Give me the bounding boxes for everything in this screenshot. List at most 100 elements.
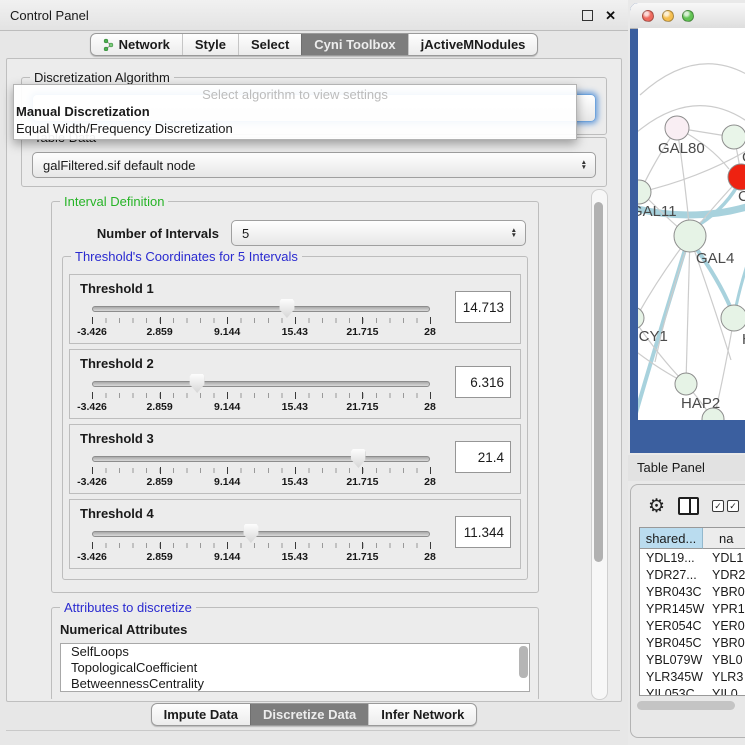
threshold-value-field[interactable]: 6.316: [455, 366, 511, 398]
cyni-toolbox-content: Discretization Algorithm Select algorith…: [6, 58, 622, 702]
threshold-value-field[interactable]: 11.344: [455, 516, 511, 548]
minimize-traffic-light[interactable]: [662, 10, 674, 22]
dropdown-option[interactable]: Equal Width/Frequency Discretization: [14, 120, 576, 137]
network-node-h[interactable]: [721, 305, 745, 331]
cell-shared-name[interactable]: YBR045C: [640, 636, 702, 650]
cell-name[interactable]: YDR2: [702, 568, 745, 582]
threshold-slider-track[interactable]: [92, 456, 430, 462]
threshold-slider-thumb[interactable]: [190, 374, 205, 393]
tab-cyni-toolbox[interactable]: Cyni Toolbox: [301, 34, 407, 55]
threshold-label: Threshold 3: [80, 431, 154, 446]
panel-scrollbar-thumb[interactable]: [594, 202, 603, 562]
network-node-label: GAL4: [696, 250, 734, 267]
combo-arrows-icon: ▲▼: [581, 160, 587, 170]
tick-label: 9.144: [214, 326, 240, 338]
threshold-slider-track[interactable]: [92, 306, 430, 312]
cell-name[interactable]: YIL0: [702, 687, 745, 696]
cell-name[interactable]: YBR0: [702, 636, 745, 650]
numerical-attributes-list[interactable]: SelfLoopsTopologicalCoefficientBetweenne…: [60, 643, 530, 692]
attribute-list-item[interactable]: SelfLoops: [71, 644, 529, 660]
threshold-slider-thumb[interactable]: [243, 524, 258, 543]
cell-shared-name[interactable]: YBL079W: [640, 653, 702, 667]
table-row[interactable]: YLR345WYLR3: [640, 668, 745, 685]
float-window-icon[interactable]: [582, 10, 593, 21]
cell-shared-name[interactable]: YER054C: [640, 619, 702, 633]
tab-jactivemnodules[interactable]: jActiveMNodules: [408, 34, 538, 55]
table-row[interactable]: YPR145WYPR1: [640, 600, 745, 617]
tab-label: Style: [195, 37, 226, 52]
panel-scrollbar[interactable]: [591, 189, 608, 700]
attribute-list-item[interactable]: TopologicalCoefficient: [71, 660, 529, 676]
slider-ticks: [92, 393, 430, 398]
table-panel-title: Table Panel: [628, 455, 745, 481]
table-horizontal-scrollbar[interactable]: [637, 701, 735, 710]
network-canvas[interactable]: GAL80GACGAL11GAL4GCY1HHAP2: [638, 28, 745, 420]
threshold-card: Threshold 1-3.4262.8599.14415.4321.71528…: [69, 274, 521, 344]
network-node-ga[interactable]: [722, 125, 745, 149]
network-node-gal80[interactable]: [665, 116, 689, 140]
cell-shared-name[interactable]: YIL053C: [640, 687, 702, 696]
threshold-slider-track[interactable]: [92, 381, 430, 387]
tab-select[interactable]: Select: [238, 34, 301, 55]
close-icon[interactable]: ✕: [605, 9, 616, 22]
column-header-name[interactable]: na: [703, 528, 745, 549]
cell-shared-name[interactable]: YPR145W: [640, 602, 702, 616]
cell-shared-name[interactable]: YDL19...: [640, 551, 702, 565]
network-node-hap2[interactable]: [675, 373, 697, 395]
tick-label: 21.715: [346, 551, 378, 563]
table-row[interactable]: YIL053CYIL0: [640, 685, 745, 695]
gear-icon[interactable]: ⚙: [648, 497, 665, 516]
panel-title: Control Panel: [10, 8, 89, 23]
table-row[interactable]: YBR043CYBR0: [640, 583, 745, 600]
threshold-slider-thumb[interactable]: [279, 299, 294, 318]
interval-definition-group: Interval Definition Number of Intervals …: [51, 201, 539, 593]
cell-name[interactable]: YBL0: [702, 653, 745, 667]
table-data-combobox[interactable]: galFiltered.sif default node ▲▼: [32, 152, 596, 178]
tab-style[interactable]: Style: [182, 34, 238, 55]
attribute-list-item[interactable]: BetweennessCentrality: [71, 676, 529, 692]
slider-ticks: [92, 543, 430, 548]
checkbox-icon[interactable]: ✓: [712, 500, 724, 512]
slider-tick-labels: -3.4262.8599.14415.4321.71528: [92, 476, 430, 488]
network-node-c[interactable]: [728, 164, 745, 190]
cell-name[interactable]: YER0: [702, 619, 745, 633]
checkbox-icon[interactable]: ✓: [727, 500, 739, 512]
cell-shared-name[interactable]: YLR345W: [640, 670, 702, 684]
list-scrollbar-thumb[interactable]: [519, 646, 528, 678]
cell-name[interactable]: YLR3: [702, 670, 745, 684]
split-columns-icon[interactable]: [678, 497, 699, 515]
tab-network[interactable]: Network: [91, 34, 182, 55]
cell-name[interactable]: YPR1: [702, 602, 745, 616]
cell-shared-name[interactable]: YBR043C: [640, 585, 702, 599]
network-node-gcy1[interactable]: [638, 307, 644, 329]
threshold-label: Threshold 2: [80, 356, 154, 371]
algorithm-dropdown-popup: Select algorithm to view settings Manual…: [13, 84, 577, 140]
column-header-shared-name[interactable]: shared...: [640, 528, 703, 549]
threshold-value-field[interactable]: 14.713: [455, 291, 511, 323]
table-row[interactable]: YDL19...YDL1: [640, 549, 745, 566]
tab-impute-data[interactable]: Impute Data: [152, 704, 250, 725]
network-view-window[interactable]: GAL80GACGAL11GAL4GCY1HHAP2: [630, 3, 745, 453]
table-row[interactable]: YER054CYER0: [640, 617, 745, 634]
tab-infer-network[interactable]: Infer Network: [368, 704, 476, 725]
num-intervals-combobox[interactable]: 5 ▲▼: [231, 220, 526, 246]
network-window-titlebar[interactable]: [630, 3, 745, 29]
threshold-slider-thumb[interactable]: [351, 449, 366, 468]
close-traffic-light[interactable]: [642, 10, 654, 22]
network-node-label: GAL80: [658, 140, 705, 157]
cell-name[interactable]: YBR0: [702, 585, 745, 599]
table-row[interactable]: YBL079WYBL0: [640, 651, 745, 668]
panel-bottom-divider: [6, 730, 620, 731]
cell-name[interactable]: YDL1: [702, 551, 745, 565]
slider-ticks: [92, 468, 430, 473]
dropdown-option[interactable]: Manual Discretization: [14, 103, 576, 120]
threshold-label: Threshold 4: [80, 506, 154, 521]
table-row[interactable]: YBR045CYBR0: [640, 634, 745, 651]
threshold-slider-track[interactable]: [92, 531, 430, 537]
threshold-value-field[interactable]: 21.4: [455, 441, 511, 473]
network-node-gal4[interactable]: [674, 220, 706, 252]
zoom-traffic-light[interactable]: [682, 10, 694, 22]
table-row[interactable]: YDR27...YDR2: [640, 566, 745, 583]
tab-discretize-data[interactable]: Discretize Data: [250, 704, 368, 725]
cell-shared-name[interactable]: YDR27...: [640, 568, 702, 582]
